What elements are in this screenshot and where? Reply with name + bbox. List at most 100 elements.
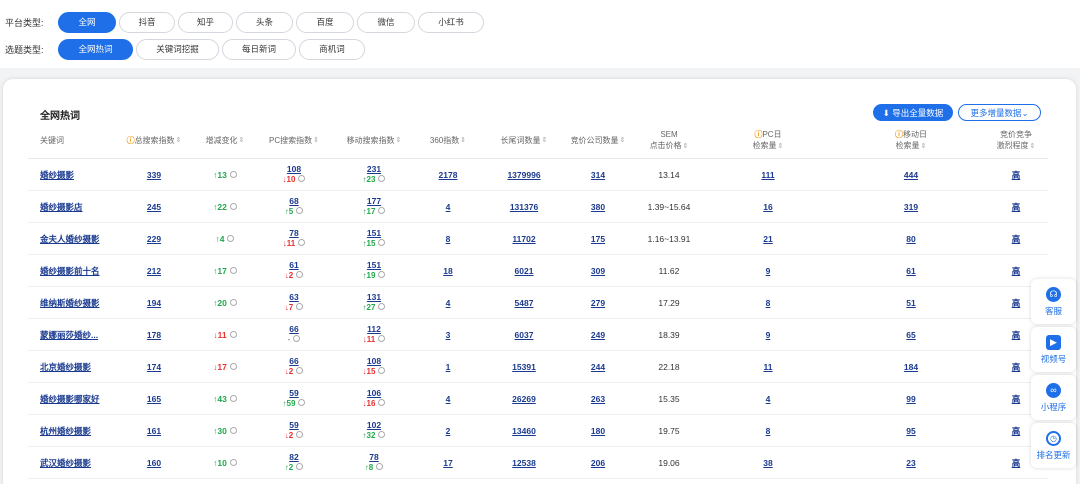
pc-daily-link[interactable]: 8 (766, 298, 771, 308)
pc-index-link[interactable]: 59 (289, 388, 298, 399)
clock-icon[interactable] (229, 458, 237, 466)
topic-pill-business[interactable]: 商机词 (299, 38, 365, 60)
clock-icon[interactable] (229, 426, 237, 434)
competition-link[interactable]: 高 (1012, 169, 1021, 181)
longtail-link[interactable]: 5487 (515, 298, 534, 308)
mobile-index-link[interactable]: 231 (367, 164, 381, 175)
total-index-link[interactable]: 165 (147, 394, 161, 404)
competition-link[interactable]: 高 (1012, 265, 1021, 277)
longtail-link[interactable]: 11702 (512, 234, 535, 244)
clock-icon[interactable] (298, 175, 306, 183)
pc-index-link[interactable]: 108 (287, 164, 301, 175)
topic-pill-daily-new[interactable]: 每日新词 (222, 38, 296, 60)
mobile-index-link[interactable]: 106 (367, 388, 381, 399)
clock-icon[interactable] (298, 399, 306, 407)
bidders-link[interactable]: 279 (591, 298, 605, 308)
mobile-daily-link[interactable]: 99 (906, 394, 915, 404)
export-all-button[interactable]: ⬇ 导出全量数据 (873, 104, 953, 121)
total-index-link[interactable]: 178 (147, 330, 161, 340)
total-index-link[interactable]: 174 (147, 362, 161, 372)
clock-icon[interactable] (378, 175, 386, 183)
mobile-index-link[interactable]: 151 (367, 228, 381, 239)
video-channel-button[interactable]: ▶ 视频号 (1031, 327, 1076, 372)
bidders-link[interactable]: 380 (591, 202, 605, 212)
col-total[interactable]: ⓘ 总搜索指数 ⇕ (118, 124, 190, 156)
mobile-daily-link[interactable]: 65 (906, 330, 915, 340)
mobile-daily-link[interactable]: 184 (904, 362, 918, 372)
clock-icon[interactable] (229, 170, 237, 178)
pc-index-link[interactable]: 66 (289, 324, 298, 335)
clock-icon[interactable] (293, 335, 301, 343)
clock-icon[interactable] (227, 234, 235, 242)
more-data-button[interactable]: 更多增量数据⌄ (958, 104, 1041, 121)
keyword-link[interactable]: 金夫人婚纱摄影 (40, 233, 100, 245)
pc-daily-link[interactable]: 9 (766, 266, 771, 276)
index-360-link[interactable]: 8 (446, 234, 451, 244)
total-index-link[interactable]: 245 (147, 202, 161, 212)
competition-link[interactable]: 高 (1012, 457, 1021, 469)
clock-icon[interactable] (378, 271, 386, 279)
total-index-link[interactable]: 160 (147, 458, 161, 468)
mobile-daily-link[interactable]: 23 (906, 458, 915, 468)
clock-icon[interactable] (296, 207, 304, 215)
clock-icon[interactable] (229, 330, 237, 338)
index-360-link[interactable]: 3 (446, 330, 451, 340)
clock-icon[interactable] (229, 298, 237, 306)
mobile-index-link[interactable]: 151 (367, 260, 381, 271)
platform-pill-toutiao[interactable]: 头条 (236, 11, 293, 33)
mini-program-button[interactable]: ∞ 小程序 (1031, 375, 1076, 420)
keyword-link[interactable]: 维纳斯婚纱摄影 (40, 297, 100, 309)
clock-icon[interactable] (378, 239, 386, 247)
index-360-link[interactable]: 4 (446, 394, 451, 404)
longtail-link[interactable]: 1379996 (507, 170, 540, 180)
bidders-link[interactable]: 314 (591, 170, 605, 180)
longtail-link[interactable]: 6021 (515, 266, 534, 276)
bidders-link[interactable]: 180 (591, 426, 605, 436)
keyword-link[interactable]: 蒙娜丽莎婚纱... (40, 329, 98, 341)
bidders-link[interactable]: 175 (591, 234, 605, 244)
index-360-link[interactable]: 4 (446, 202, 451, 212)
pc-index-link[interactable]: 61 (289, 260, 298, 271)
longtail-link[interactable]: 15391 (512, 362, 536, 372)
keyword-link[interactable]: 婚纱摄影店 (40, 201, 83, 213)
mobile-daily-link[interactable]: 51 (906, 298, 915, 308)
competition-link[interactable]: 高 (1012, 361, 1021, 373)
index-360-link[interactable]: 1 (446, 362, 451, 372)
competition-link[interactable]: 高 (1012, 297, 1021, 309)
col-mobile[interactable]: 移动搜索指数 ⇕ (338, 124, 410, 156)
mobile-daily-link[interactable]: 95 (906, 426, 915, 436)
total-index-link[interactable]: 229 (147, 234, 161, 244)
bidders-link[interactable]: 249 (591, 330, 605, 340)
bidders-link[interactable]: 244 (591, 362, 605, 372)
total-index-link[interactable]: 212 (147, 266, 161, 276)
pc-daily-link[interactable]: 16 (763, 202, 772, 212)
pc-daily-link[interactable]: 9 (766, 330, 771, 340)
index-360-link[interactable]: 18 (443, 266, 452, 276)
clock-icon[interactable] (229, 202, 237, 210)
clock-icon[interactable] (378, 367, 386, 375)
mobile-daily-link[interactable]: 444 (904, 170, 918, 180)
col-mobile-daily[interactable]: ⓘ移动日 检索量⇕ (880, 124, 942, 156)
clock-icon[interactable] (298, 239, 306, 247)
clock-icon[interactable] (296, 271, 304, 279)
keyword-link[interactable]: 武汉婚纱摄影 (40, 457, 91, 469)
total-index-link[interactable]: 161 (147, 426, 161, 436)
mobile-index-link[interactable]: 78 (369, 452, 378, 463)
col-pc-daily[interactable]: ⓘPC日 检索量⇕ (738, 124, 798, 156)
pc-daily-link[interactable]: 111 (761, 170, 774, 180)
pc-daily-link[interactable]: 38 (763, 458, 772, 468)
pc-index-link[interactable]: 78 (289, 228, 298, 239)
clock-icon[interactable] (378, 303, 386, 311)
mobile-index-link[interactable]: 177 (367, 196, 381, 207)
pc-index-link[interactable]: 82 (289, 452, 298, 463)
index-360-link[interactable]: 2178 (439, 170, 458, 180)
index-360-link[interactable]: 2 (446, 426, 451, 436)
keyword-link[interactable]: 婚纱摄影哪家好 (40, 393, 100, 405)
longtail-link[interactable]: 131376 (510, 202, 538, 212)
competition-link[interactable]: 高 (1012, 425, 1021, 437)
longtail-link[interactable]: 26269 (512, 394, 536, 404)
keyword-link[interactable]: 婚纱摄影前十名 (40, 265, 100, 277)
clock-icon[interactable] (296, 463, 304, 471)
platform-pill-baidu[interactable]: 百度 (296, 11, 354, 33)
platform-pill-zhihu[interactable]: 知乎 (178, 11, 233, 33)
